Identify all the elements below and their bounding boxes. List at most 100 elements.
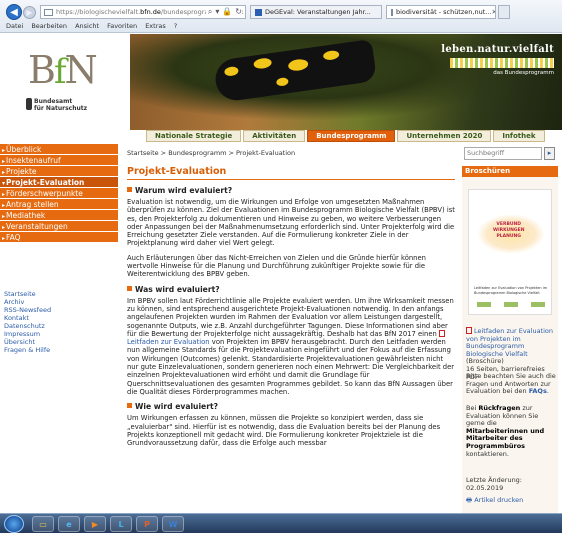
arrow-icon: ▾ <box>2 180 6 187</box>
tab-degeval[interactable]: DeGEval: Veranstaltungen Jahr... <box>250 5 382 19</box>
brochure-cover-title: Leitfaden zur Evaluation von Projekten i… <box>474 286 548 295</box>
new-tab-button[interactable] <box>498 5 510 19</box>
sidebar-item-insektenaufruf[interactable]: ▸Insektenaufruf <box>0 155 118 166</box>
link-uebersicht[interactable]: Übersicht <box>4 338 51 346</box>
refresh-icon[interactable]: ↻ <box>235 7 242 17</box>
link-rss-newsfeed[interactable]: RSS-Newsfeed <box>4 306 51 314</box>
file-explorer-icon[interactable]: ▭ <box>32 516 54 532</box>
menu-extras[interactable]: Extras <box>145 22 166 30</box>
forward-button[interactable]: ▶ <box>23 6 36 19</box>
page-title: Projekt-Evaluation <box>127 166 455 180</box>
faq-note: Bitte beachten Sie auch die Fragen und A… <box>466 372 556 396</box>
arrow-icon: ▸ <box>2 158 6 165</box>
main-content: Projekt-Evaluation Warum wird evaluiert?… <box>127 166 455 510</box>
sidebar-item-faq[interactable]: ▸FAQ <box>0 232 118 243</box>
link-archiv[interactable]: Archiv <box>4 298 51 306</box>
menu-help[interactable]: ? <box>174 22 177 30</box>
tab-label: DeGEval: Veranstaltungen Jahr... <box>265 8 371 16</box>
tab-aktivitaeten[interactable]: Aktivitäten <box>243 130 306 142</box>
address-bar[interactable]: https://biologischevielfalt. bfn.de/bunde… <box>40 5 246 19</box>
bfn-logo-text: Bundesamt für Naturschutz <box>34 98 88 113</box>
header-banner: leben.natur.vielfalt das Bundesprogramm <box>130 34 562 130</box>
arrow-icon: ▸ <box>2 147 6 154</box>
breadcrumb[interactable]: Startseite > Bundesprogramm > Projekt-Ev… <box>127 149 295 157</box>
site-favicon-icon <box>391 8 393 16</box>
sidebar-item-projekte[interactable]: ▸Projekte <box>0 166 118 177</box>
brochure-cover-image[interactable]: VERBUND WIRKUNGEN PLANUNG Leitfaden zur … <box>468 189 552 315</box>
sidebar-item-antrag-stellen[interactable]: ▸Antrag stellen <box>0 199 118 210</box>
tab-bundesprogramm[interactable]: Bundesprogramm <box>307 130 396 142</box>
degeval-favicon-icon <box>255 8 262 16</box>
tab-nationale-strategie[interactable]: Nationale Strategie <box>146 130 242 142</box>
search-input[interactable]: Suchbegriff <box>464 147 542 160</box>
site-header: BfN Bundesamt für Naturschutz leben.natu… <box>0 34 562 130</box>
last-change: Letzte Änderung: 02.05.2019 <box>466 476 522 492</box>
internet-explorer-icon[interactable]: e <box>58 516 80 532</box>
browser-chrome: ◀ ▶ https://biologischevielfalt. bfn.de/b… <box>0 0 562 33</box>
bfn-logo[interactable]: BfN Bundesamt für Naturschutz <box>0 34 130 130</box>
link-fragen-hilfe[interactable]: Fragen & Hilfe <box>4 346 51 354</box>
link-datenschutz[interactable]: Datenschutz <box>4 322 51 330</box>
section-heading-was: Was wird evaluiert? <box>127 285 455 294</box>
url-prefix: https://biologischevielfalt. <box>56 8 141 16</box>
top-navigation: Nationale Strategie Aktivitäten Bundespr… <box>146 130 545 142</box>
print-article[interactable]: 🖶 Artikel drucken <box>466 496 556 505</box>
sidebar-item-projekt-evaluation[interactable]: ▾Projekt-Evaluation <box>0 177 118 188</box>
paragraph: Im BPBV sollen laut Förderrichtlinie all… <box>127 296 455 396</box>
dropdown-icon[interactable]: ▾ <box>215 7 219 17</box>
search-button[interactable]: ▸ <box>544 147 555 160</box>
tab-label: biodiversität - schützen,nut... <box>396 8 492 16</box>
link-impressum[interactable]: Impressum <box>4 330 51 338</box>
bullet-square-icon <box>127 285 132 291</box>
brochure-link[interactable]: Leitfaden zur Evaluation von Projekten i… <box>466 327 553 358</box>
windows-taskbar: ▭ e ▶ L P W <box>0 513 562 533</box>
powerpoint-icon[interactable]: P <box>136 516 158 532</box>
tab-infothek[interactable]: Infothek <box>493 130 545 142</box>
close-tab-icon[interactable]: ✕ <box>491 8 495 16</box>
media-player-icon[interactable]: ▶ <box>84 516 106 532</box>
paragraph: Auch Erläuterungen über das Nicht-Erreic… <box>127 253 426 279</box>
section-heading-warum: Warum wird evaluiert? <box>127 186 455 195</box>
sidebar-item-veranstaltungen[interactable]: ▸Veranstaltungen <box>0 221 118 232</box>
faq-link[interactable]: FAQs <box>529 387 547 395</box>
bullet-square-icon <box>127 187 132 192</box>
sidebar-item-foerderschwerpunkte[interactable]: ▸Förderschwerpunkte <box>0 188 118 199</box>
right-sidebar: VERBUND WIRKUNGEN PLANUNG Leitfaden zur … <box>462 177 558 513</box>
service-links: Startseite Archiv RSS-Newsfeed Kontakt D… <box>4 290 51 354</box>
menu-ansicht[interactable]: Ansicht <box>75 22 99 30</box>
arrow-icon: ▸ <box>2 169 6 176</box>
tab-unternehmen-2020[interactable]: Unternehmen 2020 <box>397 130 492 142</box>
menu-bar: Datei Bearbeiten Ansicht Favoriten Extra… <box>6 22 177 30</box>
start-button[interactable] <box>4 515 24 533</box>
menu-favoriten[interactable]: Favoriten <box>107 22 137 30</box>
search-icon[interactable]: ⌕ <box>208 7 212 17</box>
word-icon[interactable]: W <box>162 516 184 532</box>
left-navigation: ▸Überblick ▸Insektenaufruf ▸Projekte ▾Pr… <box>0 144 118 243</box>
arrow-icon: ▸ <box>2 213 6 220</box>
brochure-logos <box>477 302 545 308</box>
menu-bearbeiten[interactable]: Bearbeiten <box>31 22 67 30</box>
pdf-icon <box>466 327 472 334</box>
leitfaden-link[interactable]: Leitfaden zur Evaluation <box>127 338 210 346</box>
bullet-square-icon <box>127 403 132 409</box>
sidebar-item-mediathek[interactable]: ▸Mediathek <box>0 210 118 221</box>
arrow-icon: ▸ <box>2 235 6 242</box>
menu-datei[interactable]: Datei <box>6 22 23 30</box>
paragraph: Evaluation ist notwendig, um die Wirkung… <box>127 198 455 248</box>
pdf-icon <box>439 329 446 337</box>
paragraph: Um Wirkungen erfassen zu können, müssen … <box>127 414 441 448</box>
brochures-heading: Broschüren <box>462 166 558 177</box>
program-claim: leben.natur.vielfalt das Bundesprogramm <box>441 44 554 76</box>
url-host: bfn.de <box>140 8 161 16</box>
sidebar-item-ueberblick[interactable]: ▸Überblick <box>0 144 118 155</box>
tab-biodiversitaet[interactable]: biodiversität - schützen,nut... ✕ <box>386 5 496 19</box>
link-kontakt[interactable]: Kontakt <box>4 314 51 322</box>
section-heading-wie: Wie wird evaluiert? <box>127 402 455 411</box>
link-startseite[interactable]: Startseite <box>4 290 51 298</box>
back-button[interactable]: ◀ <box>6 4 22 20</box>
arrow-icon: ▸ <box>2 224 6 231</box>
lock-icon[interactable]: 🔒 <box>222 7 232 17</box>
lync-icon[interactable]: L <box>110 516 132 532</box>
printer-icon: 🖶 <box>466 496 473 504</box>
contact-note: Bei Rückfragen zur Evaluation können Sie… <box>466 404 545 458</box>
